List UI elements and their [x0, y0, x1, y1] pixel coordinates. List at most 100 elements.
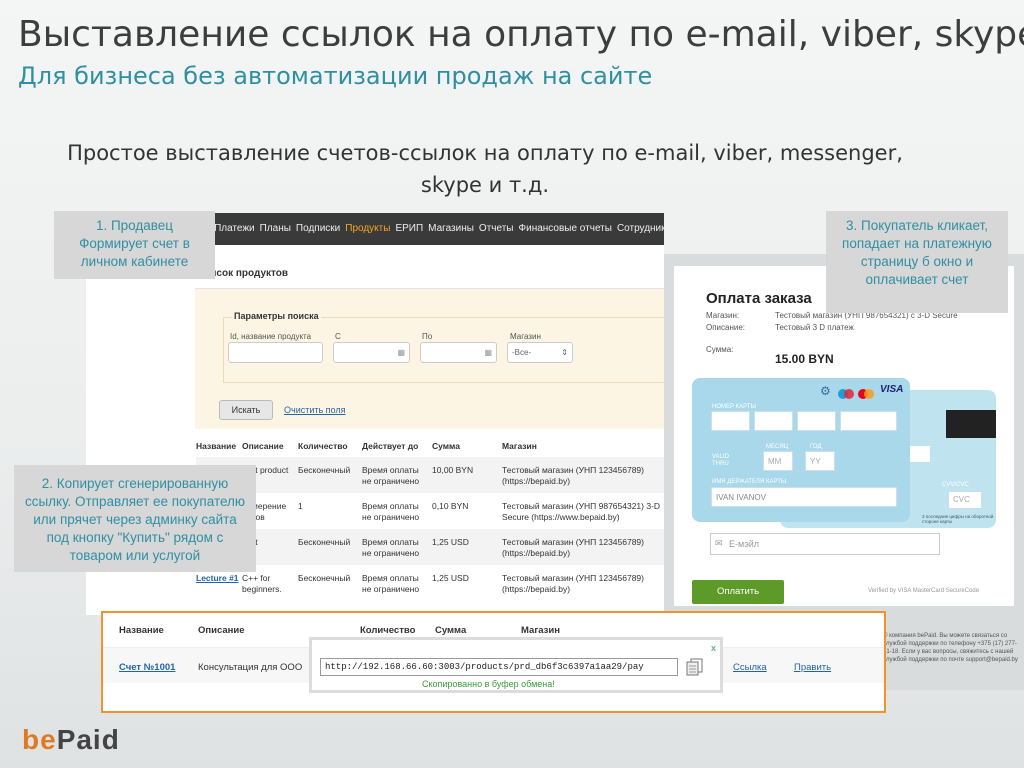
calendar-icon: ▦: [397, 348, 405, 357]
search-filters: Параметры поиска Id, название продукта С…: [195, 289, 673, 429]
maestro-icon: [838, 386, 854, 399]
payment-title: Оплата заказа: [706, 290, 812, 307]
payment-form: Оплата заказа Магазин: Тестовый магазин …: [674, 266, 1014, 606]
table-cell-valid: Время оплаты не ограничено: [362, 537, 420, 558]
table-cell-shop: Тестовый магазин (УНП 123456789) (https:…: [502, 465, 644, 486]
shop-meta-label: Магазин:: [706, 311, 740, 320]
pay-button[interactable]: Оплатить: [692, 580, 784, 604]
logo-be: be: [22, 724, 57, 755]
year-input[interactable]: YY: [805, 451, 835, 471]
clear-fields-link[interactable]: Очистить поля: [284, 405, 345, 415]
valid-thru-label: VALID THRU: [712, 454, 729, 467]
nav-item[interactable]: Отчеты: [479, 223, 514, 234]
column-header: Сумма: [432, 441, 460, 451]
invoice-col-shop: Магазин: [521, 625, 560, 636]
invoice-link-action[interactable]: Ссылка: [733, 662, 767, 673]
card-number-part-4[interactable]: [840, 411, 897, 431]
nav-item[interactable]: Продукты: [345, 223, 390, 234]
date-from-input[interactable]: ▦: [333, 342, 410, 363]
search-params-box: Параметры поиска Id, название продукта С…: [223, 311, 673, 383]
table-cell-valid: Время оплаты не ограничено: [362, 573, 420, 594]
from-label: С: [335, 332, 341, 341]
invoice-desc: Консультация для ООО: [198, 662, 303, 673]
column-header: Название: [196, 441, 237, 451]
email-input[interactable]: ✉ E-мэйл: [710, 533, 940, 555]
shop-label: Магазин: [510, 332, 541, 341]
calendar-icon: ▦: [484, 348, 492, 357]
shop-select-value: -Все-: [512, 348, 532, 357]
table-row: Измерение весов1Время оплаты не ограниче…: [196, 493, 664, 529]
nav-item[interactable]: Финансовые отчеты: [519, 223, 612, 234]
search-button[interactable]: Искать: [219, 400, 273, 420]
month-input[interactable]: MM: [763, 451, 793, 471]
table-cell-desc: C++ for beginners.: [242, 573, 282, 594]
invoice-edit-action[interactable]: Править: [794, 662, 831, 673]
sum-value: 15.00 BYN: [775, 352, 834, 366]
card-front: ⚙ VISA НОМЕР КАРТЫ VALID THRU МЕСЯЦ ГОД …: [692, 378, 910, 522]
table-row: TestБесконечныйВремя оплаты не ограничен…: [196, 529, 664, 565]
card-number-part-1[interactable]: [711, 411, 750, 431]
nav-item[interactable]: Планы: [260, 223, 291, 234]
table-cell-qty: Бесконечный: [298, 537, 351, 547]
close-icon[interactable]: x: [711, 643, 716, 653]
table-row: Test product Бесконечный Время оплаты не о…: [196, 457, 664, 493]
desc-meta-label: Описание:: [706, 323, 746, 332]
table-cell-qty: Бесконечный: [298, 573, 351, 583]
shop-select[interactable]: -Все- ⇕: [507, 342, 573, 363]
slide-subtitle: Для бизнеса без автоматизации продаж на …: [18, 62, 653, 90]
nav-item[interactable]: ЕРИП: [395, 223, 423, 234]
magnetic-stripe: [946, 410, 996, 438]
copied-message: Скопированно в буфер обмена!: [422, 679, 555, 689]
card-number-part-2[interactable]: [754, 411, 793, 431]
slide-title: Выставление ссылок на оплату по e-mail, …: [18, 14, 1024, 55]
search-params-legend: Параметры поиска: [232, 311, 321, 321]
table-cell-shop: Тестовый магазин (УНП 987654321) 3-D Sec…: [502, 501, 661, 522]
table-cell-valid: Время оплаты не ограничено: [362, 501, 420, 522]
support-footer: © компания bePaid. Вы можете связаться с…: [883, 633, 1018, 663]
callout-step-2: 2. Копирует сгенерированную ссылку. Отпр…: [14, 465, 256, 572]
nav-item[interactable]: Сотрудники: [617, 223, 664, 234]
envelope-icon: ✉: [715, 538, 723, 548]
email-placeholder: E-мэйл: [729, 539, 760, 549]
copy-icon[interactable]: [686, 658, 704, 676]
nav-item[interactable]: Платежи: [214, 223, 255, 234]
invoice-col-qty: Количество: [360, 625, 416, 636]
logo-paid: Paid: [56, 724, 120, 755]
bepaid-logo: bePaid: [22, 724, 120, 756]
products-list-title: Список продуктов: [195, 253, 664, 289]
table-cell-sum: 10,00 BYN: [432, 465, 474, 475]
top-navigation: ГлавнаяПлатежиПланыПодпискиПродуктыЕРИПМ…: [195, 213, 664, 245]
nav-item[interactable]: Магазины: [428, 223, 474, 234]
invoice-col-sum: Сумма: [435, 625, 467, 636]
visa-logo: VISA: [880, 384, 904, 395]
desc-meta-value: Тестовый 3 D платеж: [775, 323, 854, 332]
security-badges: Verified by VISA MasterCard SecureCode: [868, 588, 980, 594]
cvc-hint: 3 последние цифры на оборотной стороне к…: [922, 514, 994, 524]
invoice-name-link[interactable]: Счет №1001: [119, 662, 175, 673]
nav-item[interactable]: Подписки: [296, 223, 340, 234]
to-label: По: [422, 332, 433, 341]
year-label: ГОД: [810, 444, 822, 450]
cvc-input[interactable]: CVC: [948, 491, 982, 509]
chevron-down-icon: ⇕: [561, 348, 568, 357]
mastercard-icon: [858, 386, 874, 399]
id-input[interactable]: [228, 342, 323, 363]
copy-link-popup: x http://192.168.66.60:3003/products/prd…: [309, 637, 723, 693]
table-cell-name[interactable]: Lecture #1: [196, 573, 242, 584]
gear-icon: ⚙: [820, 384, 831, 398]
month-label: МЕСЯЦ: [766, 444, 789, 450]
invoice-col-name: Название: [119, 625, 164, 636]
sum-meta-label: Сумма:: [706, 345, 734, 354]
invoice-highlight: Название Описание Количество Сумма Магаз…: [101, 611, 886, 713]
cardholder-label: ИМЯ ДЕРЖАТЕЛЯ КАРТЫ: [712, 479, 787, 485]
date-to-input[interactable]: ▦: [420, 342, 497, 363]
id-label: Id, название продукта: [230, 332, 312, 341]
card-number-part-3[interactable]: [797, 411, 836, 431]
column-header: Описание: [242, 441, 284, 451]
payment-url-field[interactable]: http://192.168.66.60:3003/products/prd_d…: [320, 658, 678, 676]
table-cell-sum: 0,10 BYN: [432, 501, 469, 511]
column-header: Магазин: [502, 441, 537, 451]
cardholder-input[interactable]: IVAN IVANOV: [711, 487, 897, 507]
table-cell-qty: 1: [298, 501, 303, 511]
column-header: Количество: [298, 441, 348, 451]
